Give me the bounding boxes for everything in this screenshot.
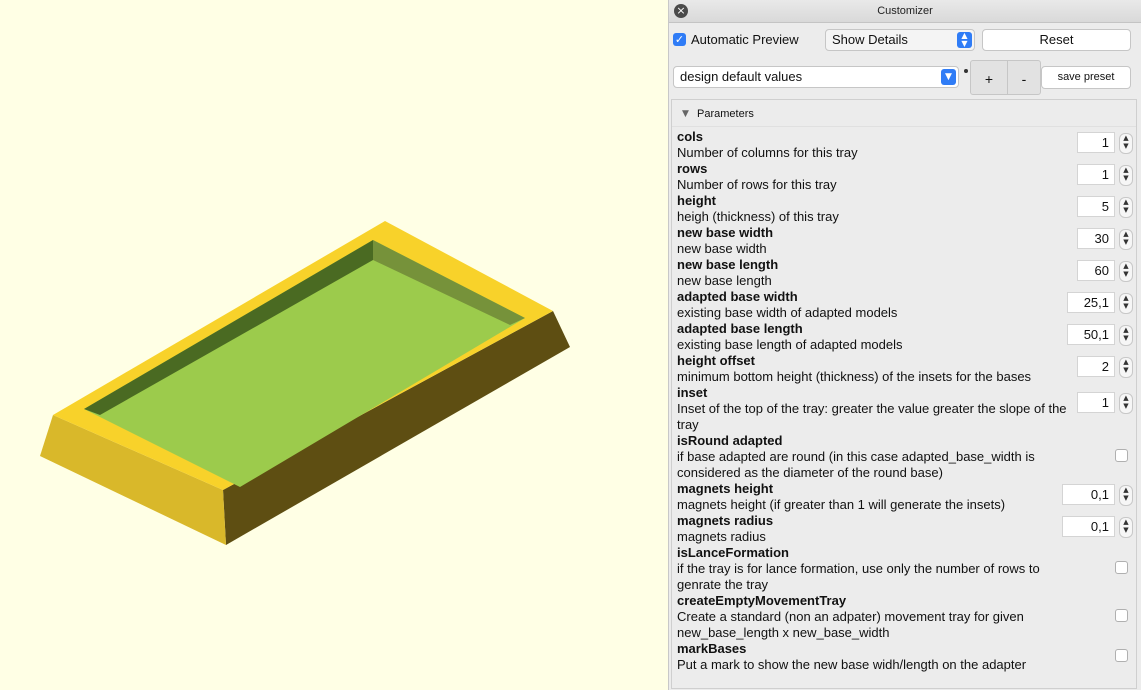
remove-preset-button[interactable]: -	[1008, 61, 1040, 94]
param-markbases: markBases Put a mark to show the new bas…	[672, 641, 1136, 673]
param-description: if base adapted are round (in this case …	[677, 449, 1035, 480]
preset-add-remove-group: + -	[970, 60, 1041, 95]
magnets-height-stepper[interactable]: ▲ ▼	[1119, 485, 1133, 506]
param-name: cols	[677, 129, 704, 144]
param-description: existing base length of adapted models	[677, 337, 903, 352]
disclosure-triangle-icon[interactable]: ▼	[682, 100, 689, 129]
inset-input[interactable]: 1	[1077, 392, 1115, 413]
param-description: new base length	[677, 273, 772, 288]
checkmark-icon[interactable]: ✓	[673, 33, 686, 46]
rows-stepper[interactable]: ▲ ▼	[1119, 165, 1133, 186]
window-title: Customizer	[877, 5, 933, 17]
param-inset: inset Inset of the top of the tray: grea…	[672, 385, 1136, 433]
tray-model	[40, 221, 570, 545]
modified-indicator-dot	[964, 69, 968, 73]
param-name: adapted base width	[677, 289, 798, 304]
param-description: minimum bottom height (thickness) of the…	[677, 369, 1032, 384]
parameters-group: ▼ Parameters cols Number of columns for …	[671, 99, 1137, 689]
createemptymovementtray-checkbox[interactable]	[1115, 609, 1128, 622]
cols-stepper[interactable]: ▲ ▼	[1119, 133, 1133, 154]
reset-button[interactable]: Reset	[982, 29, 1131, 51]
height-offset-input[interactable]: 2	[1077, 356, 1115, 377]
rows-input[interactable]: 1	[1077, 164, 1115, 185]
param-createemptymovementtray: createEmptyMovementTray Create a standar…	[672, 593, 1136, 641]
height-input[interactable]: 5	[1077, 196, 1115, 217]
param-name: inset	[677, 385, 708, 400]
new-base-length-input[interactable]: 60	[1077, 260, 1115, 281]
param-name: new base length	[677, 257, 779, 272]
param-name: isLanceFormation	[677, 545, 789, 560]
customizer-titlebar: × Customizer	[669, 0, 1141, 23]
param-name: magnets radius	[677, 513, 774, 528]
param-name: rows	[677, 161, 708, 176]
add-preset-button[interactable]: +	[971, 61, 1008, 94]
param-name: height	[677, 193, 716, 208]
isround-adapted-checkbox[interactable]	[1115, 449, 1128, 462]
magnets-radius-input[interactable]: 0,1	[1062, 516, 1115, 537]
save-preset-button[interactable]: save preset	[1041, 66, 1131, 89]
param-description: magnets radius	[677, 529, 766, 544]
param-name: isRound adapted	[677, 433, 783, 448]
height-stepper[interactable]: ▲ ▼	[1119, 197, 1133, 218]
markbases-checkbox[interactable]	[1115, 649, 1128, 662]
parameters-section-header[interactable]: ▼ Parameters	[672, 100, 1136, 127]
new-base-length-stepper[interactable]: ▲ ▼	[1119, 261, 1133, 282]
automatic-preview-label: Automatic Preview	[691, 32, 799, 47]
adapted-base-length-input[interactable]: 50,1	[1067, 324, 1115, 345]
param-description: heigh (thickness) of this tray	[677, 209, 839, 224]
automatic-preview-checkbox[interactable]: ✓ Automatic Preview	[673, 32, 799, 47]
param-description: Put a mark to show the new base widh/len…	[677, 657, 1027, 672]
param-new-base-length: new base length new base length 60 ▲ ▼	[672, 257, 1136, 289]
param-adapted-base-width: adapted base width existing base width o…	[672, 289, 1136, 321]
close-icon[interactable]: ×	[674, 4, 688, 18]
adapted-base-width-input[interactable]: 25,1	[1067, 292, 1115, 313]
preset-select[interactable]: design default values ▼	[673, 66, 959, 88]
customizer-panel: × Customizer ✓ Automatic Preview Show De…	[668, 0, 1141, 690]
3d-viewport[interactable]	[0, 0, 668, 690]
cols-input[interactable]: 1	[1077, 132, 1115, 153]
new-base-width-stepper[interactable]: ▲ ▼	[1119, 229, 1133, 250]
param-name: createEmptyMovementTray	[677, 593, 847, 608]
param-rows: rows Number of rows for this tray 1 ▲ ▼	[672, 161, 1136, 193]
param-description: Number of rows for this tray	[677, 177, 837, 192]
adapted-base-width-stepper[interactable]: ▲ ▼	[1119, 293, 1133, 314]
new-base-width-input[interactable]: 30	[1077, 228, 1115, 249]
islanceformation-checkbox[interactable]	[1115, 561, 1128, 574]
param-name: magnets height	[677, 481, 774, 496]
param-description: existing base width of adapted models	[677, 305, 898, 320]
param-height-offset: height offset minimum bottom height (thi…	[672, 353, 1136, 385]
inset-stepper[interactable]: ▲ ▼	[1119, 393, 1133, 414]
updown-chevron-icon: ▲ ▼	[957, 32, 972, 48]
param-description: if the tray is for lance formation, use …	[677, 561, 1040, 592]
param-magnets-height: magnets height magnets height (if greate…	[672, 481, 1136, 513]
param-height: height heigh (thickness) of this tray 5 …	[672, 193, 1136, 225]
parameters-section-label: Parameters	[697, 108, 754, 120]
preset-value: design default values	[680, 69, 803, 84]
param-description: Inset of the top of the tray: greater th…	[677, 401, 1067, 432]
param-new-base-width: new base width new base width 30 ▲ ▼	[672, 225, 1136, 257]
param-description: magnets height (if greater than 1 will g…	[677, 497, 1006, 512]
param-description: Create a standard (non an adpater) movem…	[677, 609, 1024, 640]
param-name: new base width	[677, 225, 774, 240]
magnets-radius-stepper[interactable]: ▲ ▼	[1119, 517, 1133, 538]
param-description: new base width	[677, 241, 767, 256]
magnets-height-input[interactable]: 0,1	[1062, 484, 1115, 505]
param-magnets-radius: magnets radius magnets radius 0,1 ▲ ▼	[672, 513, 1136, 545]
param-name: adapted base length	[677, 321, 803, 336]
height-offset-stepper[interactable]: ▲ ▼	[1119, 357, 1133, 378]
param-cols: cols Number of columns for this tray 1 ▲…	[672, 129, 1136, 161]
param-description: Number of columns for this tray	[677, 145, 858, 160]
param-islanceformation: isLanceFormation if the tray is for lanc…	[672, 545, 1136, 593]
param-adapted-base-length: adapted base length existing base length…	[672, 321, 1136, 353]
param-name: markBases	[677, 641, 747, 656]
show-details-select[interactable]: Show Details ▲ ▼	[825, 29, 975, 51]
chevron-down-icon: ▼	[941, 69, 956, 85]
param-name: height offset	[677, 353, 755, 368]
adapted-base-length-stepper[interactable]: ▲ ▼	[1119, 325, 1133, 346]
param-isround-adapted: isRound adapted if base adapted are roun…	[672, 433, 1136, 481]
show-details-value: Show Details	[832, 32, 908, 47]
